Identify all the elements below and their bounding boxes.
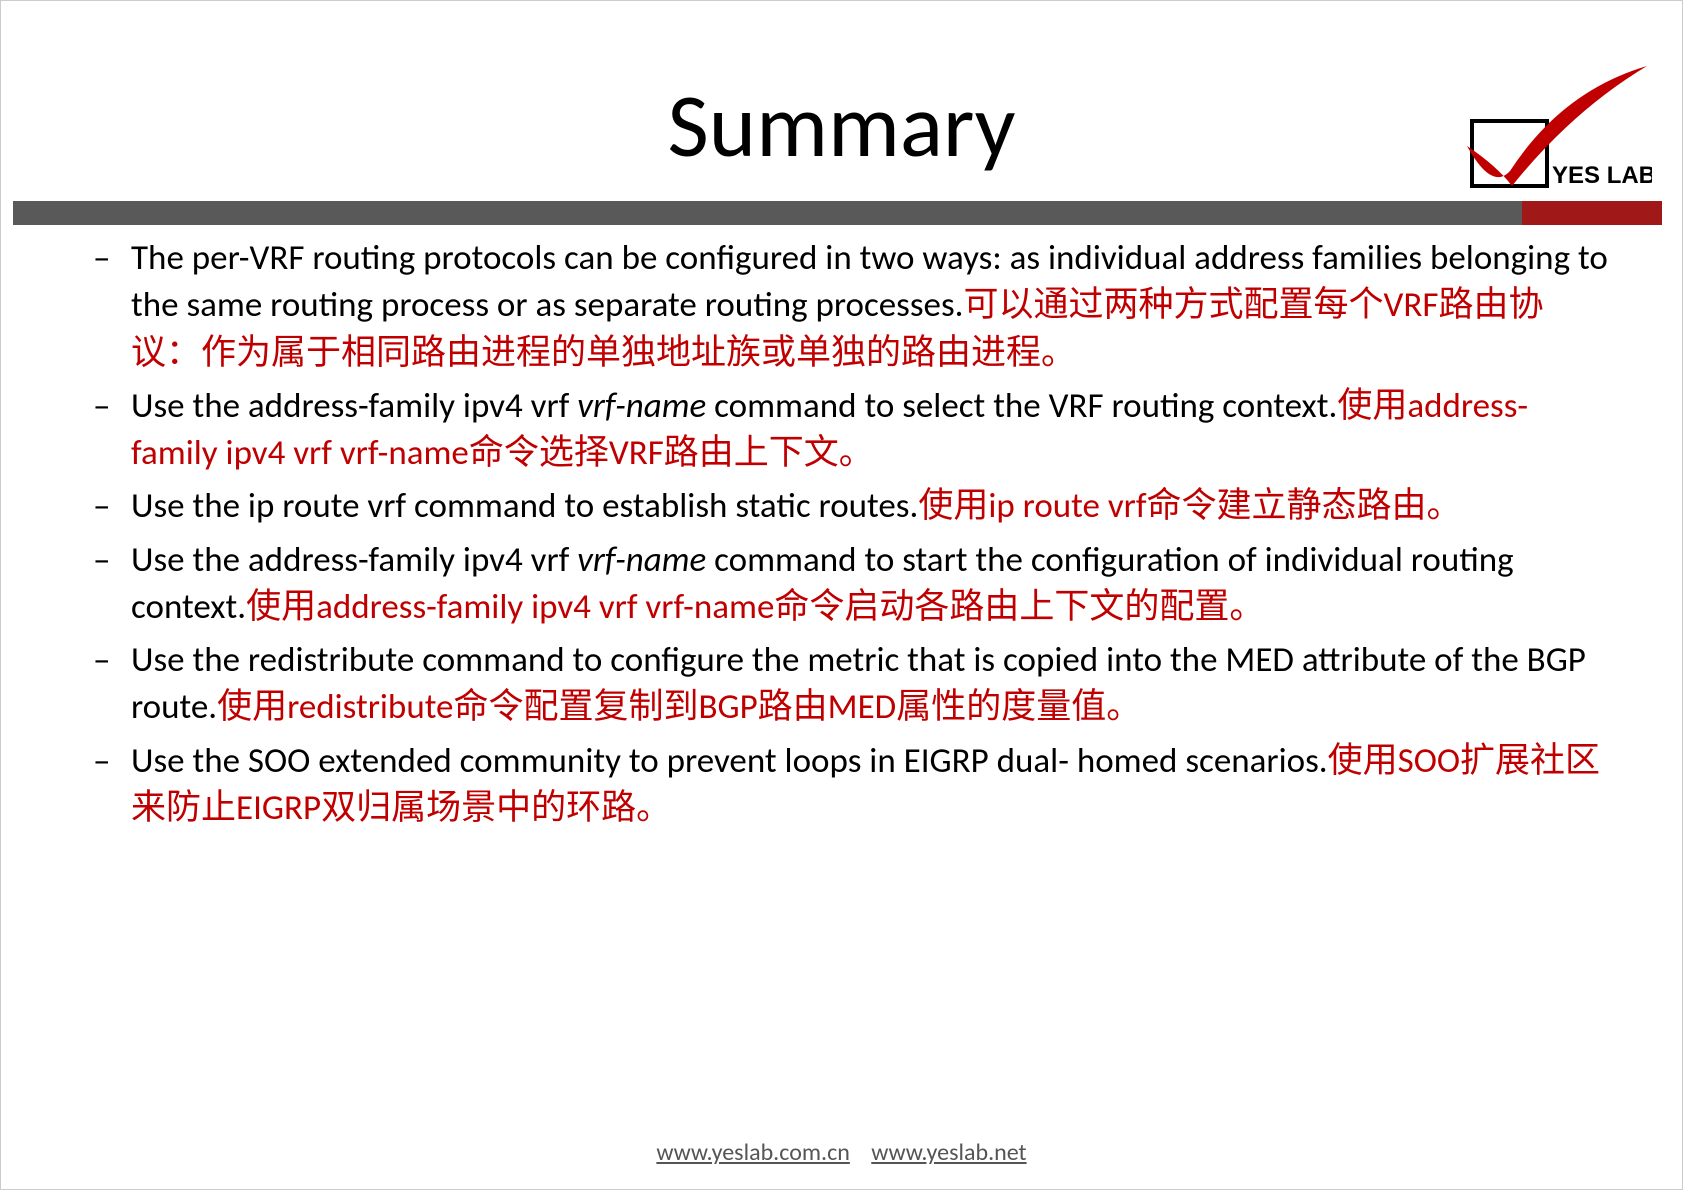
bullet-text: The per-VRF routing protocols can be con… <box>131 235 1612 377</box>
list-item: – Use the ip route vrf command to establ… <box>71 483 1612 530</box>
logo: YES LAB <box>1402 61 1652 211</box>
list-item: – Use the SOO extended community to prev… <box>71 738 1612 833</box>
footer-link-1[interactable]: www.yeslab.com.cn <box>656 1138 849 1167</box>
list-item: – Use the address-family ipv4 vrf vrf-na… <box>71 537 1612 632</box>
checkmark-icon: YES LAB <box>1402 61 1652 211</box>
bullet-text: Use the SOO extended community to preven… <box>131 738 1612 833</box>
divider-bar <box>13 201 1662 225</box>
bullet-dash: – <box>71 738 131 833</box>
footer-link-2[interactable]: www.yeslab.net <box>871 1138 1026 1167</box>
bullet-text: Use the address-family ipv4 vrf vrf-name… <box>131 537 1612 632</box>
bullet-text: Use the address-family ipv4 vrf vrf-name… <box>131 383 1612 478</box>
bullet-text: Use the ip route vrf command to establis… <box>131 483 1612 530</box>
bullet-dash: – <box>71 537 131 632</box>
bullet-dash: – <box>71 637 131 732</box>
list-item: – The per-VRF routing protocols can be c… <box>71 235 1612 377</box>
slide: Summary YES LAB – The per-VRF routing pr… <box>0 0 1683 1190</box>
content-list: – The per-VRF routing protocols can be c… <box>71 235 1612 838</box>
footer: www.yeslab.com.cn www.yeslab.net <box>1 1138 1682 1167</box>
bullet-dash: – <box>71 235 131 377</box>
logo-text: YES LAB <box>1552 162 1652 189</box>
list-item: – Use the address-family ipv4 vrf vrf-na… <box>71 383 1612 478</box>
bullet-text: Use the redistribute command to configur… <box>131 637 1612 732</box>
list-item: – Use the redistribute command to config… <box>71 637 1612 732</box>
bullet-dash: – <box>71 383 131 478</box>
bullet-dash: – <box>71 483 131 530</box>
